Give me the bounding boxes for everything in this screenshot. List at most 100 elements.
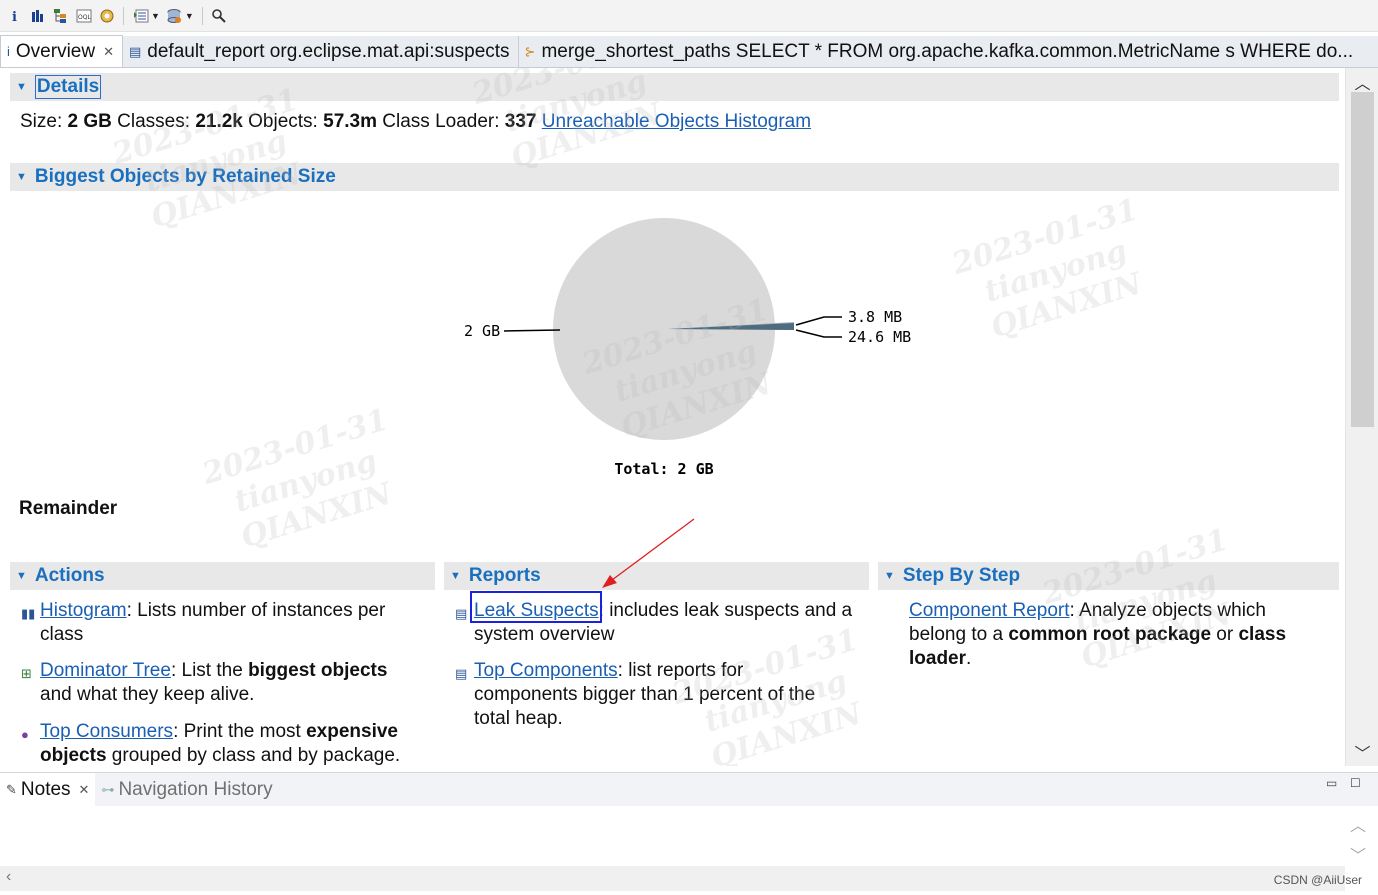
- scroll-up-icon[interactable]: ︿: [1346, 70, 1378, 94]
- histogram-link[interactable]: Histogram: [40, 600, 127, 621]
- step-by-step-section-header[interactable]: ▼ Step By Step: [878, 562, 1339, 590]
- scroll-left-icon[interactable]: ‹: [6, 868, 11, 886]
- pie-label: 3.8 MB: [848, 308, 902, 326]
- dominator-tree-link[interactable]: Dominator Tree: [40, 660, 171, 681]
- actions-section-header[interactable]: ▼ Actions: [10, 562, 435, 590]
- vertical-scrollbar[interactable]: ︿ ﹀: [1345, 68, 1378, 766]
- step-description-emphasis: class: [1238, 624, 1287, 645]
- tab-default-report[interactable]: ▤ default_report org.eclipse.mat.api:sus…: [122, 36, 519, 67]
- size-label: Size:: [20, 111, 63, 132]
- report-icon: ▤: [455, 606, 468, 621]
- find-object-icon[interactable]: [166, 7, 183, 24]
- biggest-objects-section-header[interactable]: ▼ Biggest Objects by Retained Size: [10, 163, 1339, 191]
- scroll-down-icon[interactable]: ﹀: [1346, 740, 1378, 764]
- action-description: and what they keep alive.: [40, 684, 255, 705]
- reports-title: Reports: [468, 565, 541, 586]
- close-icon[interactable]: ✕: [79, 782, 90, 798]
- notes-scroll-up-icon[interactable]: ︿: [1350, 812, 1366, 836]
- pie-leader-line: [795, 316, 842, 326]
- tab-label: Notes: [20, 778, 71, 800]
- find-object-dropdown-icon[interactable]: ▼: [185, 11, 194, 21]
- step-description: .: [966, 648, 972, 669]
- chevron-down-icon[interactable]: ▼: [16, 81, 27, 93]
- action-histogram: ▮▮ Histogram: Lists number of instances …: [21, 599, 430, 647]
- pie-leader-line: [503, 329, 561, 332]
- tab-label: Navigation History: [118, 778, 273, 800]
- scrollbar-thumb[interactable]: [1351, 92, 1374, 427]
- class-loader-value: 337: [504, 111, 537, 132]
- chevron-down-icon[interactable]: ▼: [16, 171, 27, 183]
- annotation-highlight-box: [470, 591, 602, 623]
- action-description: : Print the most: [173, 721, 307, 742]
- info-icon[interactable]: i: [6, 7, 23, 24]
- bottom-panel-tabs: ✎ Notes ✕ ⊶ Navigation History: [0, 772, 1378, 807]
- chevron-down-icon[interactable]: ▼: [450, 570, 461, 582]
- report-icon: ▤: [455, 666, 468, 681]
- editor-tab-bar: i Overview ✕ ▤ default_report org.eclips…: [0, 35, 1378, 68]
- navigation-history-icon: ⊶: [101, 781, 115, 797]
- watermark: 2023-01-31 tianyong QIANXIN: [198, 402, 396, 556]
- tab-label: default_report org.eclipse.mat.api:suspe…: [147, 40, 510, 62]
- biggest-objects-title: Biggest Objects by Retained Size: [34, 166, 336, 187]
- action-description: : List the: [170, 660, 249, 681]
- tab-overview[interactable]: i Overview ✕: [0, 35, 123, 67]
- unreachable-objects-histogram-link[interactable]: Unreachable Objects Histogram: [542, 111, 811, 132]
- histogram-icon: ▮▮: [21, 606, 36, 621]
- svg-text:i: i: [12, 10, 17, 23]
- top-components-link[interactable]: Top Components: [474, 660, 618, 681]
- size-value: 2 GB: [67, 111, 112, 132]
- oql-icon[interactable]: OQL: [75, 7, 92, 24]
- report-description: : list reports for: [617, 660, 744, 681]
- tab-notes[interactable]: ✎ Notes ✕: [0, 772, 96, 807]
- minimize-icon[interactable]: ▭: [1326, 776, 1337, 790]
- query-browser-icon[interactable]: [132, 7, 149, 24]
- action-description-emphasis: expensive: [306, 721, 399, 742]
- annotation-arrow: [602, 518, 695, 588]
- close-icon[interactable]: ✕: [103, 44, 114, 60]
- pie-leader-line: [795, 329, 842, 338]
- watermark: 2023-01-31 tianyong QIANXIN: [108, 82, 306, 236]
- action-description: grouped by class and by package.: [106, 745, 401, 766]
- action-description-emphasis: biggest objects: [248, 660, 388, 681]
- histogram-icon[interactable]: [29, 7, 46, 24]
- retained-size-pie-chart[interactable]: 2 GB 3.8 MB 24.6 MB Total: 2 GB: [440, 208, 960, 488]
- action-description: : Lists number of instances per: [126, 600, 386, 621]
- action-dominator-tree: ⊞ Dominator Tree: List the biggest objec…: [21, 659, 430, 707]
- maximize-icon[interactable]: ☐: [1350, 776, 1361, 790]
- watermark: 2023-01-31 tianyong QIANXIN: [948, 192, 1146, 346]
- details-section-header[interactable]: ▼ Details: [10, 73, 1339, 101]
- class-loader-label: Class Loader:: [382, 111, 500, 132]
- component-report-link[interactable]: Component Report: [909, 600, 1070, 621]
- query-browser-dropdown-icon[interactable]: ▼: [151, 11, 160, 21]
- svg-text:OQL: OQL: [78, 14, 91, 21]
- notes-icon: ✎: [6, 781, 17, 797]
- tab-navigation-history[interactable]: ⊶ Navigation History: [95, 773, 278, 807]
- tab-merge-shortest-paths[interactable]: ⊱ merge_shortest_paths SELECT * FROM org…: [518, 36, 1378, 67]
- action-description-emphasis: objects: [40, 745, 107, 766]
- step-by-step-title: Step By Step: [902, 565, 1021, 586]
- dominator-tree-icon[interactable]: [52, 7, 69, 24]
- report-top-components: ▤ Top Components: list reports for compo…: [455, 659, 864, 731]
- tab-label: Overview: [15, 40, 96, 62]
- query-icon: ⊱: [524, 43, 536, 59]
- objects-value: 57.3m: [323, 111, 377, 132]
- report-icon: ▤: [128, 43, 142, 59]
- chevron-down-icon[interactable]: ▼: [884, 570, 895, 582]
- horizontal-scrollbar[interactable]: ‹: [0, 866, 1345, 891]
- notes-scroll-down-icon[interactable]: ﹀: [1350, 842, 1366, 866]
- step-description: belong to a: [909, 624, 1009, 645]
- chevron-down-icon[interactable]: ▼: [16, 570, 27, 582]
- step-description-emphasis: loader: [909, 648, 967, 669]
- classes-value: 21.2k: [195, 111, 243, 132]
- step-description-emphasis: common root package: [1008, 624, 1212, 645]
- search-icon[interactable]: [211, 7, 228, 24]
- tab-label: merge_shortest_paths SELECT * FROM org.a…: [541, 40, 1354, 62]
- pie-total-label: Total: 2 GB: [614, 460, 713, 478]
- step-description: or: [1211, 624, 1239, 645]
- info-icon: i: [7, 44, 10, 59]
- top-consumers-link[interactable]: Top Consumers: [40, 721, 173, 742]
- main-toolbar: i OQL ▼ ▼: [0, 0, 1378, 32]
- action-description: class: [40, 624, 84, 645]
- heap-dump-details-icon[interactable]: [98, 7, 115, 24]
- step-component-report: Component Report: Analyze objects which …: [909, 599, 1329, 671]
